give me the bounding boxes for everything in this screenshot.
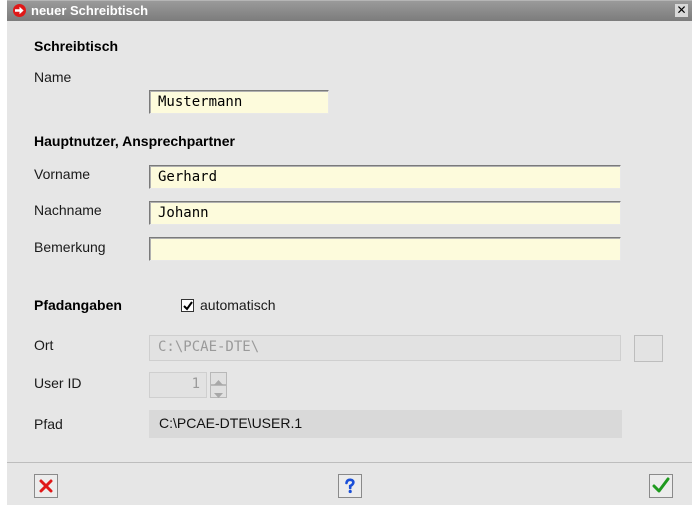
vorname-field[interactable]: Gerhard [149, 165, 621, 189]
name-label: Name [34, 69, 72, 85]
help-question-icon [345, 478, 355, 494]
bemerkung-field[interactable] [149, 237, 621, 261]
footer-divider [7, 462, 692, 463]
user-id-label: User ID [34, 375, 82, 391]
ok-check-icon [652, 477, 670, 493]
checkmark-icon [183, 301, 193, 311]
user-id-field: 1 [149, 372, 207, 398]
section-hauptnutzer: Hauptnutzer, Ansprechpartner [34, 133, 235, 149]
ok-button[interactable] [649, 474, 673, 498]
automatisch-checkbox[interactable] [181, 299, 194, 312]
bemerkung-label: Bemerkung [34, 239, 106, 255]
spin-up-button[interactable] [210, 372, 227, 385]
nachname-label: Nachname [34, 202, 102, 218]
vorname-label: Vorname [34, 166, 91, 182]
triangle-down-icon [214, 393, 223, 398]
window-title: neuer Schreibtisch [31, 3, 149, 18]
name-field[interactable]: Mustermann [149, 90, 329, 114]
user-id-spinner [210, 372, 227, 398]
pfad-display: C:\PCAE-DTE\USER.1 [149, 410, 622, 438]
close-icon: ✕ [676, 3, 687, 17]
arrow-right-icon [13, 4, 26, 17]
cancel-x-icon [39, 479, 53, 493]
ort-label: Ort [34, 337, 54, 353]
browse-button[interactable] [634, 335, 663, 362]
help-button[interactable] [338, 474, 362, 498]
nachname-field[interactable]: Johann [149, 201, 621, 225]
close-button[interactable]: ✕ [675, 4, 688, 17]
ort-field: C:\PCAE-DTE\ [149, 335, 621, 361]
section-pfadangaben: Pfadangaben [34, 297, 122, 313]
title-bar[interactable]: neuer Schreibtisch ✕ [7, 0, 692, 21]
automatisch-label: automatisch [200, 297, 276, 313]
cancel-button[interactable] [34, 474, 58, 498]
section-schreibtisch: Schreibtisch [34, 38, 119, 54]
pfad-label: Pfad [34, 416, 63, 432]
spin-down-button[interactable] [210, 385, 227, 398]
dialog-window: neuer Schreibtisch ✕ Schreibtisch Name M… [7, 0, 692, 505]
